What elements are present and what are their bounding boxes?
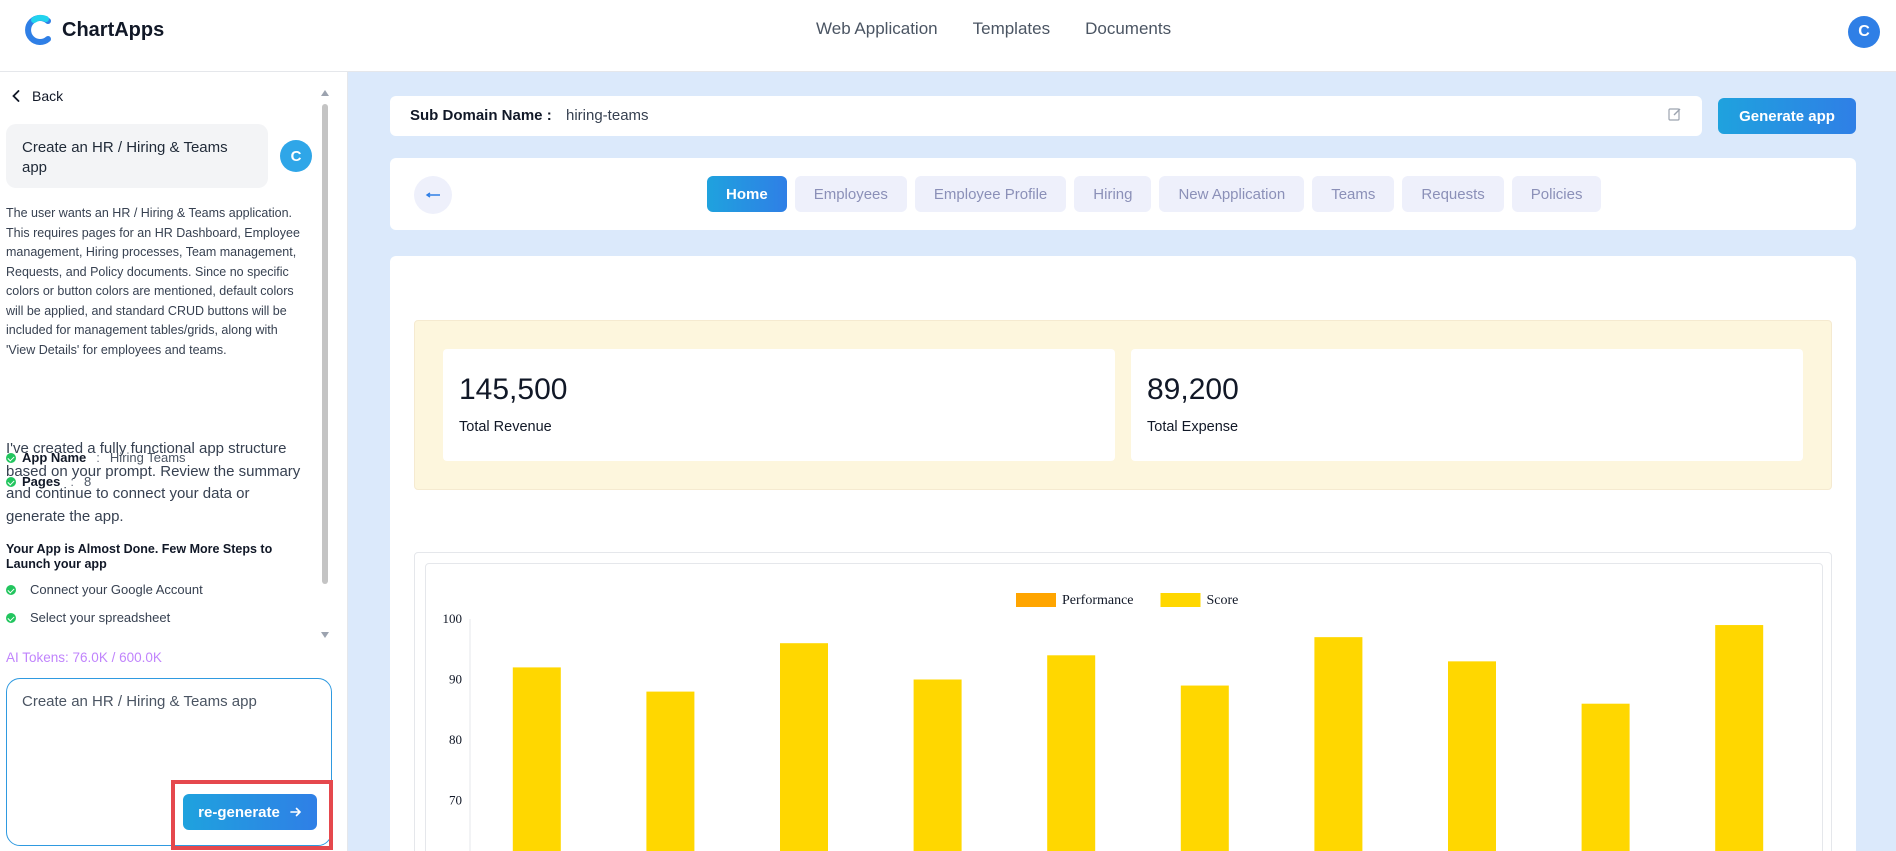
top-nav: Web Application Templates Documents bbox=[816, 19, 1171, 39]
score-bar bbox=[646, 691, 695, 851]
scroll-thumb[interactable] bbox=[322, 104, 328, 584]
tab-employees[interactable]: Employees bbox=[794, 176, 907, 212]
stat-value: 145,500 bbox=[459, 373, 568, 406]
step-select-spreadsheet[interactable]: Select your spreadsheet bbox=[6, 610, 170, 625]
chevron-left-icon bbox=[12, 90, 20, 102]
ai-summary: The user wants an HR / Hiring & Teams ap… bbox=[6, 206, 300, 357]
nav-templates[interactable]: Templates bbox=[973, 19, 1050, 39]
legend-swatch bbox=[1016, 593, 1056, 607]
chat-avatar: C bbox=[280, 140, 312, 172]
stats-panel: 145,500 Total Revenue 89,200 Total Expen… bbox=[414, 320, 1832, 490]
arrow-right-icon bbox=[290, 807, 301, 817]
tab-home[interactable]: Home bbox=[707, 176, 787, 212]
stat-label: Total Revenue bbox=[459, 419, 552, 435]
back-label: Back bbox=[32, 88, 64, 104]
stat-value: 89,200 bbox=[1147, 373, 1239, 406]
brand-logo[interactable]: ChartApps bbox=[24, 14, 164, 46]
almost-done-heading: Your App is Almost Done. Few More Steps … bbox=[6, 542, 273, 571]
tab-hiring[interactable]: Hiring bbox=[1074, 176, 1152, 212]
y-tick-label: 70 bbox=[449, 793, 462, 808]
tab-policies[interactable]: Policies bbox=[1511, 176, 1602, 212]
score-bar bbox=[1581, 703, 1630, 851]
edit-icon[interactable] bbox=[1668, 107, 1682, 121]
legend-swatch bbox=[1160, 593, 1201, 607]
brand-name: ChartApps bbox=[62, 18, 165, 41]
y-tick-label: 90 bbox=[449, 672, 462, 687]
scroll-down-arrow-icon[interactable] bbox=[321, 632, 329, 638]
stat-card-revenue: 145,500 Total Revenue bbox=[443, 349, 1115, 461]
subdomain-field[interactable]: Sub Domain Name : hiring-teams bbox=[390, 96, 1702, 136]
ai-tokens-counter: AI Tokens: 76.0K / 600.0K bbox=[6, 650, 162, 665]
y-tick-label: 100 bbox=[443, 611, 463, 626]
preview-area: Sub Domain Name : hiring-teams Generate … bbox=[348, 72, 1896, 851]
home-page-preview: 145,500 Total Revenue 89,200 Total Expen… bbox=[390, 256, 1856, 851]
score-bar bbox=[1314, 637, 1363, 851]
nav-documents[interactable]: Documents bbox=[1085, 19, 1171, 39]
preview-back-button[interactable] bbox=[414, 176, 452, 214]
subdomain-label: Sub Domain Name : bbox=[410, 107, 552, 124]
arrow-left-icon bbox=[425, 192, 440, 198]
top-header: ChartApps Web Application Templates Docu… bbox=[0, 0, 1896, 72]
tab-employee-profile[interactable]: Employee Profile bbox=[914, 176, 1067, 212]
user-prompt-bubble: Create an HR / Hiring & Teams app bbox=[6, 124, 268, 188]
score-bar bbox=[780, 643, 828, 851]
user-avatar[interactable]: C bbox=[1848, 16, 1880, 48]
bar-chart: Performance Score 70 80 90 100 bbox=[443, 593, 1764, 851]
score-bar bbox=[1448, 661, 1496, 851]
step-label: Connect your Google Account bbox=[30, 582, 203, 597]
tab-new-application[interactable]: New Application bbox=[1159, 176, 1305, 212]
preview-tabs-bar: Home Employees Employee Profile Hiring N… bbox=[390, 158, 1856, 230]
chartapps-logo-icon bbox=[25, 14, 51, 45]
score-bar bbox=[512, 667, 561, 851]
regenerate-label: re-generate bbox=[198, 803, 280, 821]
score-bar bbox=[1180, 685, 1229, 851]
created-message: I've created a fully functional app stru… bbox=[6, 440, 301, 525]
stat-card-expense: 89,200 Total Expense bbox=[1131, 349, 1803, 461]
chart-container: Performance Score 70 80 90 100 bbox=[425, 563, 1823, 851]
y-tick-label: 80 bbox=[449, 732, 462, 747]
tab-teams[interactable]: Teams bbox=[1312, 176, 1395, 212]
score-bar bbox=[913, 679, 962, 851]
score-bar bbox=[1715, 625, 1764, 851]
tab-requests[interactable]: Requests bbox=[1402, 176, 1504, 212]
step-connect-google[interactable]: Connect your Google Account bbox=[6, 582, 203, 597]
back-button[interactable]: Back bbox=[12, 88, 63, 104]
scroll-up-arrow-icon[interactable] bbox=[321, 90, 329, 96]
legend-label: Score bbox=[1207, 593, 1239, 608]
chart-card: Performance Score 70 80 90 100 bbox=[414, 552, 1832, 851]
chat-sidebar: Back Create an HR / Hiring & Teams app C… bbox=[0, 72, 348, 851]
check-circle-icon bbox=[6, 612, 16, 623]
generate-app-button[interactable]: Generate app bbox=[1718, 98, 1856, 134]
nav-web-application[interactable]: Web Application bbox=[816, 19, 938, 39]
check-circle-icon bbox=[6, 584, 16, 595]
score-bar bbox=[1047, 655, 1096, 851]
sidebar-scrollbar[interactable] bbox=[321, 90, 329, 640]
legend-label: Performance bbox=[1062, 593, 1134, 608]
subdomain-value[interactable]: hiring-teams bbox=[566, 107, 649, 124]
regenerate-button[interactable]: re-generate bbox=[183, 794, 317, 830]
stat-label: Total Expense bbox=[1147, 419, 1239, 435]
page-tabs: Home Employees Employee Profile Hiring N… bbox=[707, 176, 1602, 212]
step-label: Select your spreadsheet bbox=[30, 610, 171, 625]
